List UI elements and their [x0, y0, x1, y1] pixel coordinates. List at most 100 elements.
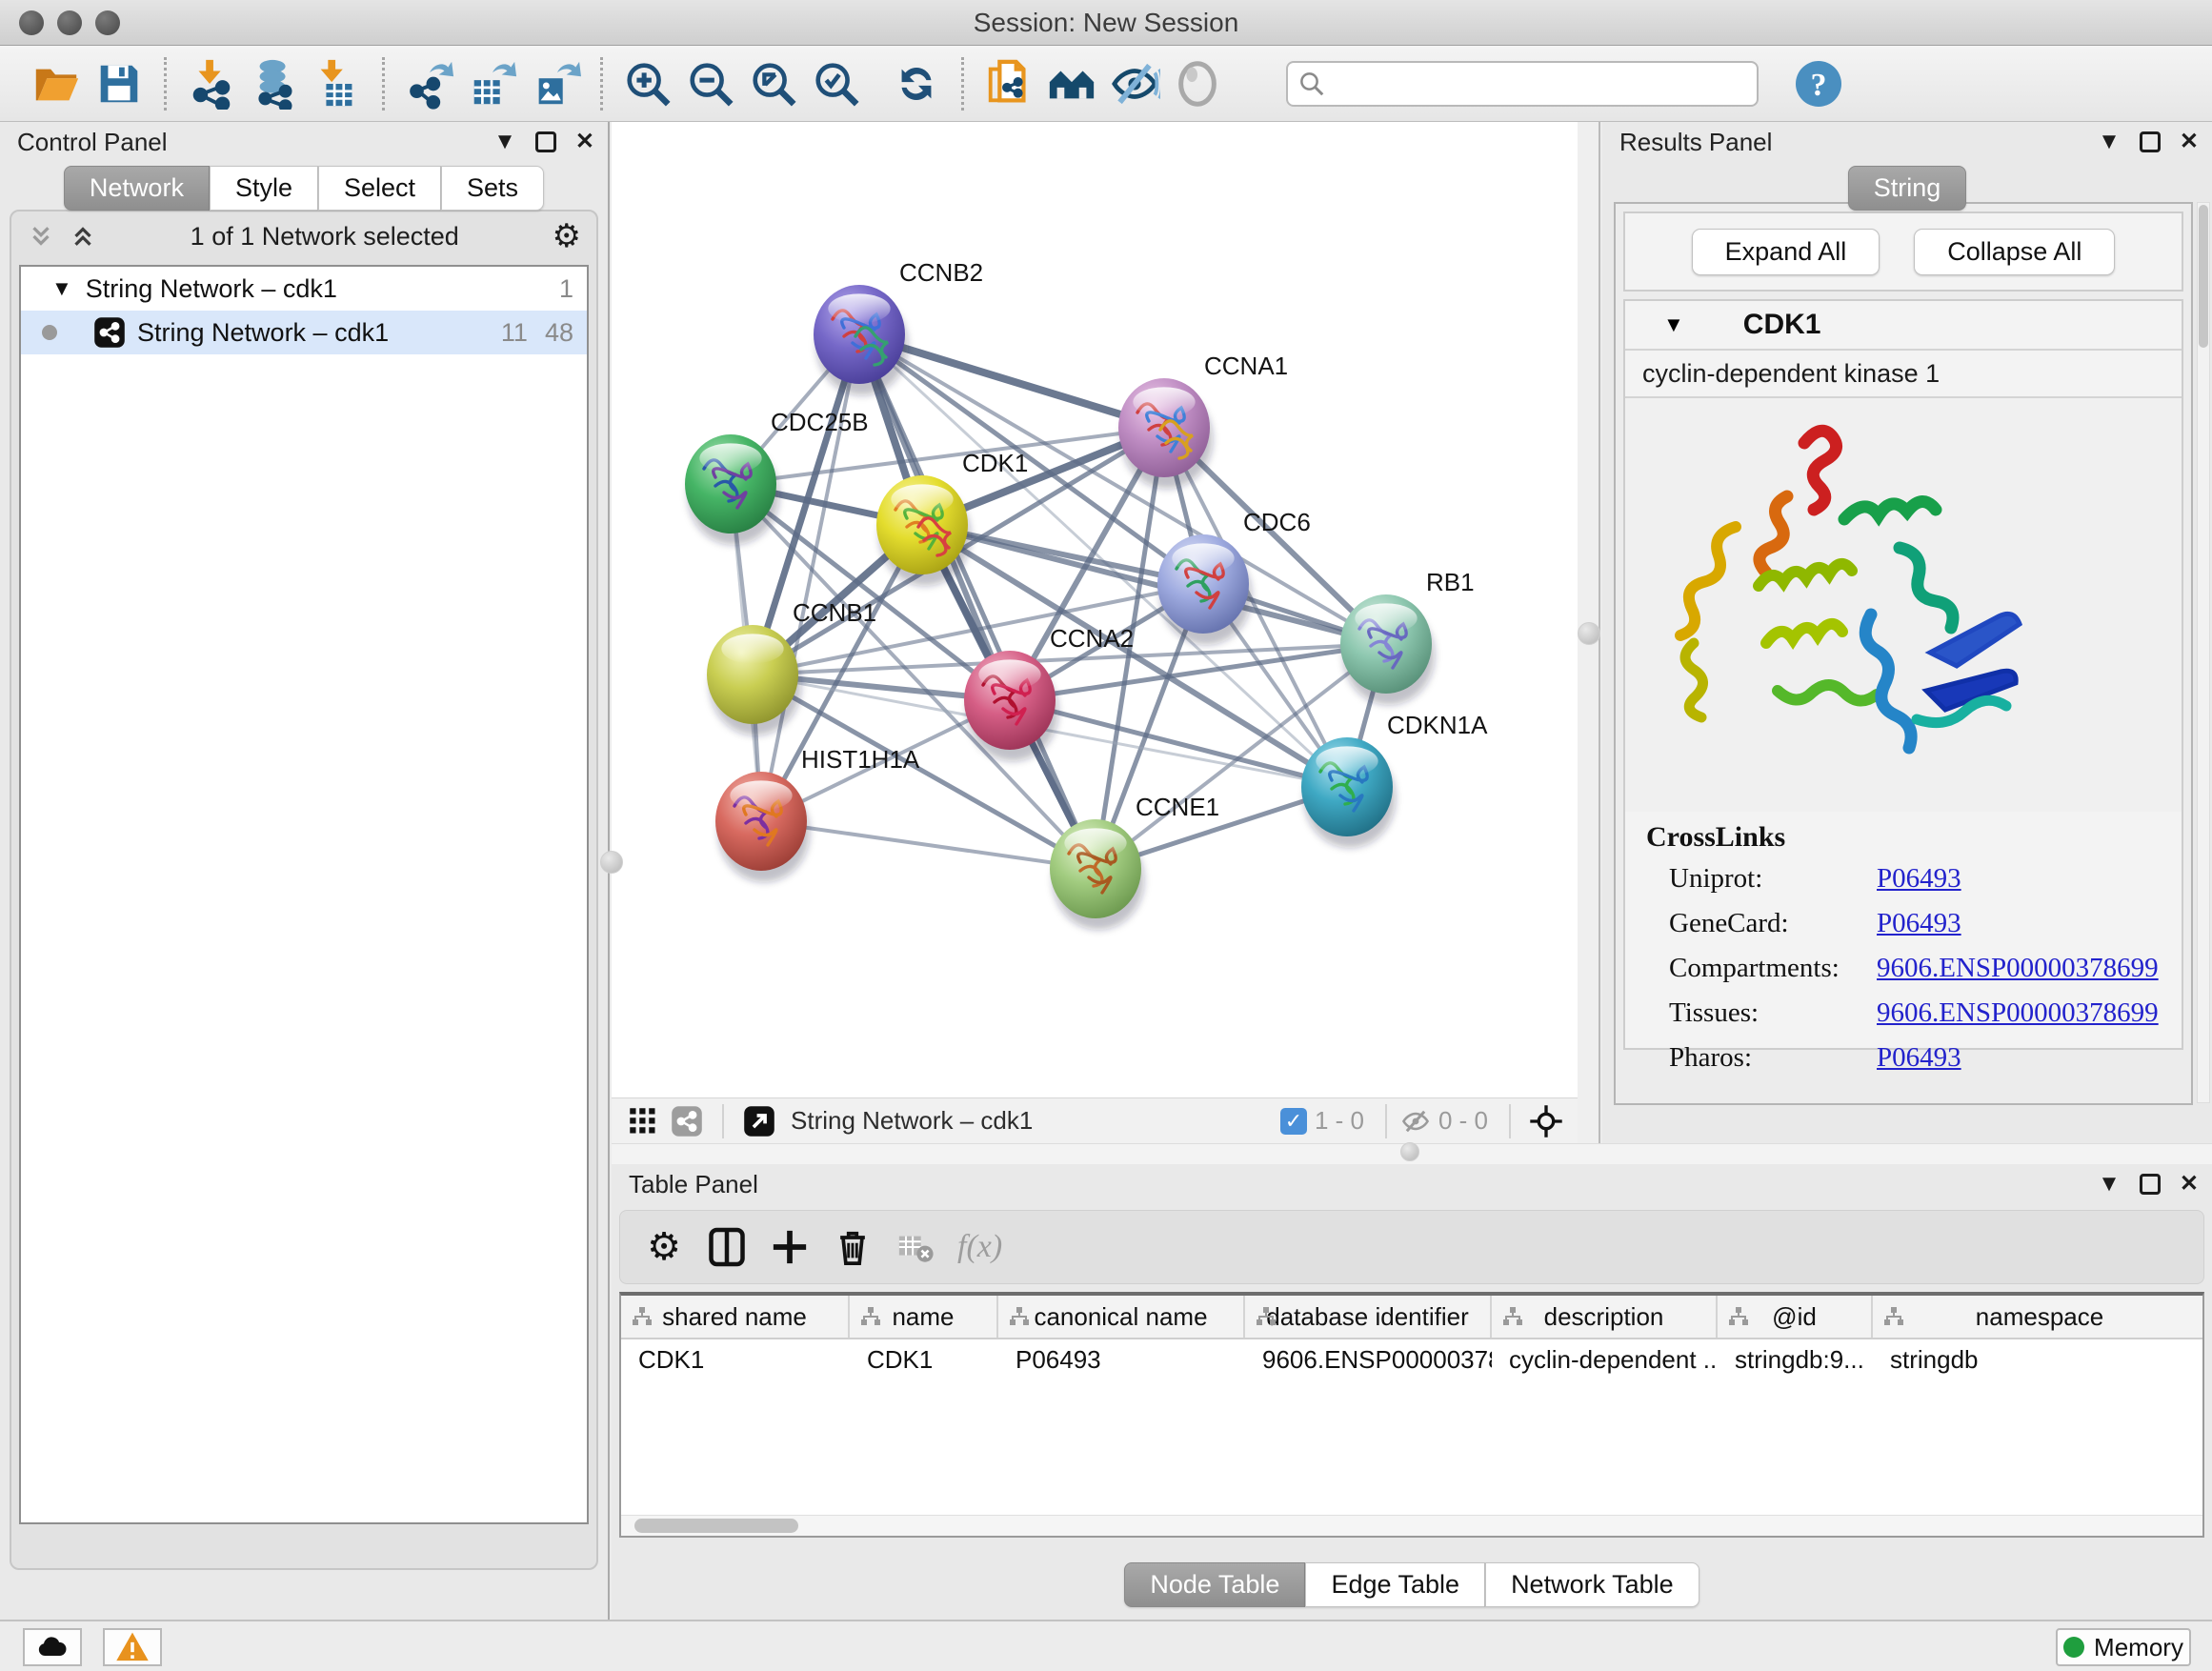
collapse-all-icon[interactable] [27, 222, 55, 251]
duplicate-network-icon[interactable] [977, 54, 1040, 113]
network-node-CDC6[interactable] [1157, 534, 1252, 645]
crosslink-link[interactable]: P06493 [1877, 863, 1961, 895]
tab-style[interactable]: Style [210, 166, 318, 211]
open-external-icon[interactable] [737, 1102, 781, 1140]
close-panel-icon[interactable]: ✕ [2180, 131, 2199, 153]
zoom-out-icon[interactable] [679, 54, 742, 113]
panel-menu-icon[interactable]: ▼ [2098, 1173, 2121, 1196]
table-cell[interactable]: P06493 [998, 1339, 1245, 1383]
horizontal-splitter[interactable] [612, 1143, 2212, 1164]
tab-network[interactable]: Network [64, 166, 210, 211]
hide-selected-eye-icon[interactable] [1103, 54, 1166, 113]
export-network-icon[interactable] [398, 54, 461, 113]
selected-checkbox-icon[interactable]: ✓ [1280, 1108, 1307, 1135]
network-collection-row[interactable]: ▼ String Network – cdk1 1 [21, 267, 587, 311]
open-session-icon[interactable] [25, 54, 88, 113]
tab-sets[interactable]: Sets [441, 166, 544, 211]
network-graph[interactable]: CCNB2CCNA1CDC25BCDK1CDC6RB1CCNB1CCNA2CDK… [612, 122, 1578, 1097]
show-columns-icon[interactable] [700, 1220, 754, 1274]
pan-crosshair-icon[interactable] [1524, 1102, 1568, 1140]
network-share-toggle-icon[interactable] [665, 1102, 709, 1140]
zoom-fit-icon[interactable] [742, 54, 805, 113]
float-panel-icon[interactable] [535, 131, 556, 152]
float-panel-icon[interactable] [2140, 131, 2161, 152]
export-table-icon[interactable] [461, 54, 524, 113]
add-column-icon[interactable] [763, 1220, 816, 1274]
houses-icon[interactable] [1040, 54, 1103, 113]
collapse-all-button[interactable]: Collapse All [1914, 229, 2115, 275]
network-options-gear-icon[interactable]: ⚙ [553, 217, 581, 255]
import-network-from-database-icon[interactable] [243, 54, 306, 113]
table-row[interactable]: CDK1CDK1P064939606.ENSP00000378699cyclin… [621, 1339, 2202, 1383]
cloud-button[interactable] [23, 1628, 82, 1666]
column-header-name[interactable]: name [850, 1296, 998, 1338]
network-node-CDKN1A[interactable] [1301, 737, 1396, 848]
table-cell[interactable]: 9606.ENSP00000378699 [1245, 1339, 1492, 1383]
network-node-CDC25B[interactable] [685, 434, 779, 545]
tab-node-table[interactable]: Node Table [1124, 1562, 1305, 1607]
delete-table-icon[interactable] [889, 1220, 942, 1274]
network-node-CCNB2[interactable] [814, 285, 908, 395]
network-node-CDK1[interactable] [876, 475, 971, 586]
collapse-triangle-icon[interactable]: ▼ [51, 276, 72, 301]
table-cell[interactable]: CDK1 [621, 1339, 850, 1383]
table-cell[interactable]: cyclin-dependent ... [1492, 1339, 1718, 1383]
panel-menu-icon[interactable]: ▼ [2098, 131, 2121, 153]
crosslink-link[interactable]: P06493 [1877, 908, 1961, 939]
close-panel-icon[interactable]: ✕ [575, 131, 594, 153]
refresh-icon[interactable] [885, 54, 948, 113]
show-all-eye-icon[interactable] [1166, 54, 1229, 113]
entry-collapse-triangle-icon[interactable]: ▼ [1663, 312, 1684, 337]
birdseye-grid-icon[interactable] [621, 1102, 665, 1140]
column-header-namespace[interactable]: namespace [1873, 1296, 2204, 1338]
table-settings-gear-icon[interactable]: ⚙ [637, 1220, 691, 1274]
tab-network-table[interactable]: Network Table [1485, 1562, 1699, 1607]
control-splitter-knob[interactable] [600, 851, 623, 874]
tab-string[interactable]: String [1848, 166, 1967, 211]
expand-all-button[interactable]: Expand All [1692, 229, 1880, 275]
column-header-@id[interactable]: @id [1718, 1296, 1873, 1338]
network-row[interactable]: String Network – cdk1 11 48 [21, 311, 587, 354]
float-panel-icon[interactable] [2140, 1174, 2161, 1195]
network-node-RB1[interactable] [1340, 594, 1435, 705]
table-splitter-knob[interactable] [1400, 1142, 1419, 1161]
save-session-icon[interactable] [88, 54, 151, 113]
column-header-canonical-name[interactable]: canonical name [998, 1296, 1245, 1338]
network-node-HIST1H1A[interactable] [715, 772, 810, 882]
expand-all-icon[interactable] [69, 222, 97, 251]
table-cell[interactable]: stringdb:9... [1718, 1339, 1873, 1383]
crosslink-link[interactable]: 9606.ENSP00000378699 [1877, 997, 2159, 1029]
zoom-in-icon[interactable] [616, 54, 679, 113]
table-cell[interactable]: stringdb [1873, 1339, 2204, 1383]
function-builder-button[interactable]: f(x) [957, 1229, 1002, 1265]
zoom-selected-icon[interactable] [805, 54, 868, 113]
warning-button[interactable] [103, 1628, 162, 1666]
export-image-icon[interactable] [524, 54, 587, 113]
tab-edge-table[interactable]: Edge Table [1305, 1562, 1485, 1607]
network-node-CCNA1[interactable] [1118, 378, 1213, 489]
network-node-CCNE1[interactable] [1050, 819, 1144, 930]
column-tree-icon [1727, 1305, 1750, 1328]
crosslink-link[interactable]: 9606.ENSP00000378699 [1877, 953, 2159, 984]
crosslink-link[interactable]: P06493 [1877, 1042, 1961, 1074]
close-panel-icon[interactable]: ✕ [2180, 1173, 2199, 1196]
search-input[interactable] [1326, 69, 1747, 98]
results-splitter-knob[interactable] [1578, 622, 1600, 645]
memory-button[interactable]: Memory [2056, 1628, 2191, 1666]
search-field[interactable] [1286, 61, 1759, 107]
hidden-eye-icon[interactable] [1400, 1106, 1431, 1137]
import-table-icon[interactable] [306, 54, 369, 113]
import-network-icon[interactable] [180, 54, 243, 113]
tab-select[interactable]: Select [318, 166, 441, 211]
node-label-CCNB1: CCNB1 [793, 598, 876, 627]
delete-column-trash-icon[interactable] [826, 1220, 879, 1274]
column-header-description[interactable]: description [1492, 1296, 1718, 1338]
results-scrollbar[interactable] [2197, 202, 2210, 1103]
table-hscrollbar[interactable] [621, 1515, 2202, 1536]
panel-menu-icon[interactable]: ▼ [493, 131, 516, 153]
column-header-shared-name[interactable]: shared name [621, 1296, 850, 1338]
table-cell[interactable]: CDK1 [850, 1339, 998, 1383]
network-canvas[interactable]: CCNB2CCNA1CDC25BCDK1CDC6RB1CCNB1CCNA2CDK… [612, 122, 1578, 1097]
column-header-database-identifier[interactable]: database identifier [1245, 1296, 1492, 1338]
help-button[interactable]: ? [1787, 54, 1850, 113]
